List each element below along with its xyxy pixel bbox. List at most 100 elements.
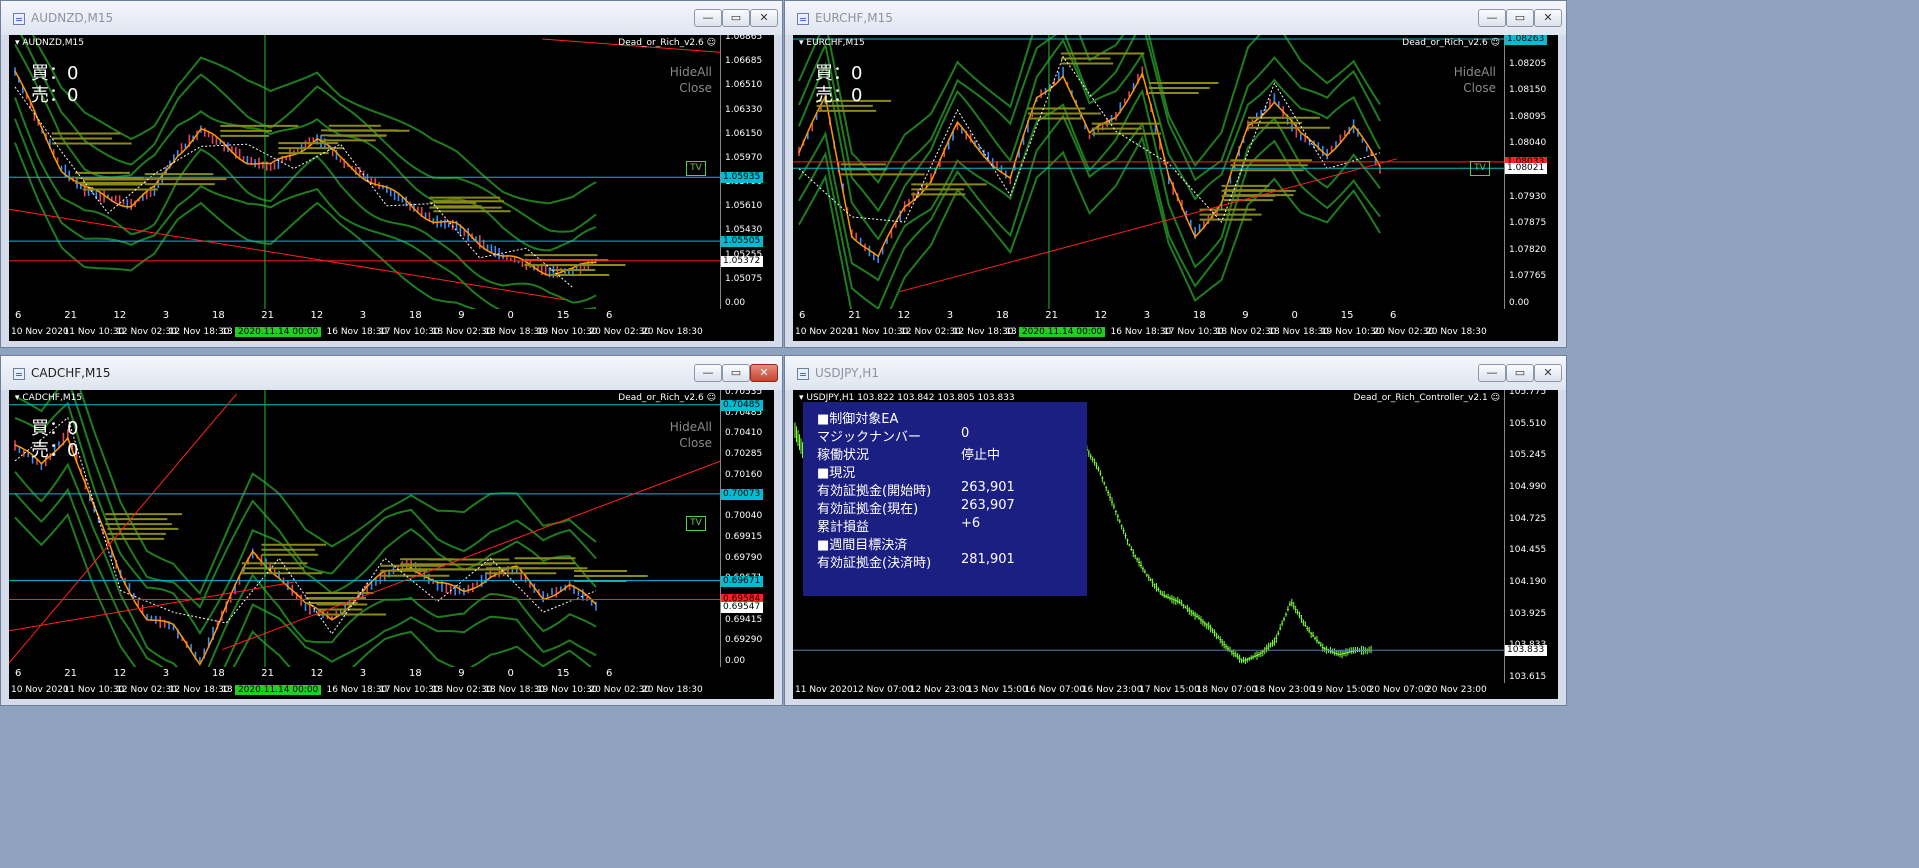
- price-plot[interactable]: [793, 35, 1504, 309]
- price-tick-label: 1.05075: [725, 273, 763, 284]
- window-titlebar[interactable]: EURCHF,M15 — ▭ ✕: [785, 1, 1566, 35]
- tv-button[interactable]: TV: [686, 516, 706, 531]
- period-label: 15: [556, 310, 570, 321]
- price-tick-label: 1.06330: [725, 104, 763, 115]
- time-tick-label: 19 Nov 10:30: [536, 327, 598, 337]
- price-plot[interactable]: [9, 390, 720, 667]
- window-title: AUDNZD,M15: [31, 11, 114, 25]
- close-all-button[interactable]: Close: [1463, 81, 1496, 95]
- price-tick-label: 0.69790: [725, 552, 763, 563]
- time-axis: 11 Nov 2020 12 Nov 07:00 12 Nov 23:00 13 No…: [793, 685, 1504, 699]
- zigzag-line: [14, 86, 574, 288]
- chart-area[interactable]: ▾ EURCHF,M15 Dead_or_Rich_v2.6 ☺ 買：0 売：0 Hid…: [793, 35, 1558, 341]
- minimize-button[interactable]: —: [694, 364, 722, 382]
- price-tick-label: 1.05430: [725, 225, 763, 236]
- close-all-button[interactable]: Close: [679, 81, 712, 95]
- hide-all-button[interactable]: HideAll: [670, 420, 712, 434]
- maximize-button[interactable]: ▭: [722, 364, 750, 382]
- trend-line: [899, 158, 1398, 293]
- window-eurchf[interactable]: EURCHF,M15 — ▭ ✕ ▾ EURCHF,M15 Dead_or_Ric…: [784, 0, 1567, 348]
- period-label: 18: [409, 668, 422, 679]
- maximize-button[interactable]: ▭: [722, 9, 750, 27]
- bollinger-band-line: [14, 512, 593, 667]
- time-tick-label: 17 Nov 10:30: [379, 327, 440, 337]
- price-tick-label: 105.775: [1509, 390, 1547, 397]
- chart-area[interactable]: ▾ AUDNZD,M15 Dead_or_Rich_v2.6 ☺ 買：0 売：0 Hid…: [9, 35, 774, 341]
- price-axis: 0.70535 0.70485 0.70410 0.70285 0.70160 0.700…: [720, 390, 773, 667]
- time-tick-label: 12 Nov 18:30: [168, 685, 230, 695]
- period-label: 21: [261, 668, 274, 679]
- minimize-button[interactable]: —: [1478, 364, 1506, 382]
- sell-count-label: 売：0: [815, 85, 863, 106]
- crosshair-time-label: 2020.11.14 00:00: [234, 327, 322, 337]
- symbol-label: ▾ AUDNZD,M15: [15, 38, 84, 48]
- maximize-button[interactable]: ▭: [1506, 364, 1534, 382]
- price-tick-label: 0.00: [725, 298, 746, 308]
- time-axis: 10 Nov 2020 11 Nov 10:30 12 Nov 02:30 12 No…: [9, 685, 720, 699]
- window-cadchf[interactable]: CADCHF,M15 — ▭ ✕ ▾ CADCHF,M15 Dead_or_Ric…: [0, 355, 783, 706]
- panel-row-label: ■現況: [817, 466, 856, 481]
- price-tick-label: 1.08150: [1509, 85, 1547, 96]
- ea-name-label: Dead_or_Rich_v2.6 ☺: [1402, 38, 1500, 48]
- price-tick-label: 0.00: [1509, 298, 1530, 308]
- crosshair-time-label: 2020.11.14 00:00: [234, 685, 322, 695]
- window-usdjpy[interactable]: USDJPY,H1 — ▭ ✕ ▾ USDJPY,H1 103.822 103.…: [784, 355, 1567, 706]
- time-tick-label: 18 Nov 02:30: [431, 327, 493, 337]
- period-row: 6 21 12 3 18 21 12 3 18 9 0 15 6: [793, 309, 1504, 325]
- window-audnzd[interactable]: AUDNZD,M15 — ▭ ✕ ▾ AUDNZD,M15 Dead_or_Ric…: [0, 0, 783, 348]
- time-tick-label: 20 Nov 02:30: [589, 327, 651, 337]
- price-tick-label: 1.08095: [1509, 111, 1547, 122]
- minimize-button[interactable]: —: [1478, 9, 1506, 27]
- hide-all-button[interactable]: HideAll: [1454, 65, 1496, 79]
- period-label: 6: [606, 668, 613, 679]
- time-tick-label: 17 Nov 15:00: [1139, 685, 1200, 695]
- time-tick-label: 10 Nov 2020: [11, 685, 69, 695]
- close-button[interactable]: ✕: [1534, 9, 1562, 27]
- time-tick-label: 18 Nov 18:30: [484, 685, 545, 695]
- price-tick-label: 1.05610: [725, 201, 763, 212]
- price-level-box: 1.05505: [721, 236, 763, 248]
- time-tick-label: 19 Nov 10:30: [1320, 327, 1382, 337]
- window-titlebar[interactable]: USDJPY,H1 — ▭ ✕: [785, 356, 1566, 390]
- time-tick-label: 20 Nov 02:30: [589, 685, 651, 695]
- price-level-box: 1.05935: [721, 172, 763, 184]
- window-titlebar[interactable]: AUDNZD,M15 — ▭ ✕: [1, 1, 782, 35]
- time-tick-label: 16 Nov 07:00: [1024, 685, 1086, 695]
- hide-all-button[interactable]: HideAll: [670, 65, 712, 79]
- chart-window-icon: [13, 368, 25, 380]
- panel-row-label: ■制御対象EA: [817, 412, 899, 427]
- time-tick-label: 20 Nov 18:30: [642, 327, 703, 337]
- time-tick-label: 18 Nov 18:30: [484, 327, 545, 337]
- price-plot[interactable]: [9, 35, 720, 309]
- price-level-box: 0.70073: [721, 488, 763, 500]
- panel-row-value: +6: [961, 516, 981, 531]
- period-label: 9: [458, 310, 465, 321]
- panel-row-value: 263,907: [961, 498, 1015, 513]
- minimize-button[interactable]: —: [694, 9, 722, 27]
- price-level-box: 1.08263: [1505, 35, 1547, 45]
- tv-button[interactable]: TV: [1470, 161, 1490, 176]
- maximize-button[interactable]: ▭: [1506, 9, 1534, 27]
- close-button[interactable]: ✕: [750, 9, 778, 27]
- price-tick-label: 104.725: [1509, 513, 1547, 524]
- period-label: 0: [507, 668, 514, 679]
- price-tick-label: 103.615: [1509, 672, 1547, 682]
- chart-area[interactable]: ▾ USDJPY,H1 103.822 103.842 103.805 103.…: [793, 390, 1558, 699]
- panel-row-label: 有効証拠金(開始時): [817, 484, 932, 499]
- tv-button[interactable]: TV: [686, 161, 706, 176]
- close-button[interactable]: ✕: [750, 364, 778, 382]
- sell-count-label: 売：0: [31, 440, 79, 461]
- time-tick-label: 12 Nov 18:30: [168, 327, 230, 337]
- chart-area[interactable]: ▾ CADCHF,M15 Dead_or_Rich_v2.6 ☺ 買：0 売：0 Hid…: [9, 390, 774, 699]
- chart-window-icon: [13, 13, 25, 25]
- price-tick-label: 1.06150: [725, 128, 763, 139]
- close-button[interactable]: ✕: [1534, 364, 1562, 382]
- time-tick-label: 11 Nov 10:30: [63, 327, 125, 337]
- period-label: 15: [556, 668, 570, 679]
- time-tick-label: 20 Nov 18:30: [1426, 327, 1487, 337]
- time-tick-label: 19 Nov 10:30: [536, 685, 598, 695]
- close-all-button[interactable]: Close: [679, 436, 712, 450]
- window-titlebar[interactable]: CADCHF,M15 — ▭ ✕: [1, 356, 782, 390]
- trend-line: [9, 581, 294, 632]
- period-label: 0: [507, 310, 514, 321]
